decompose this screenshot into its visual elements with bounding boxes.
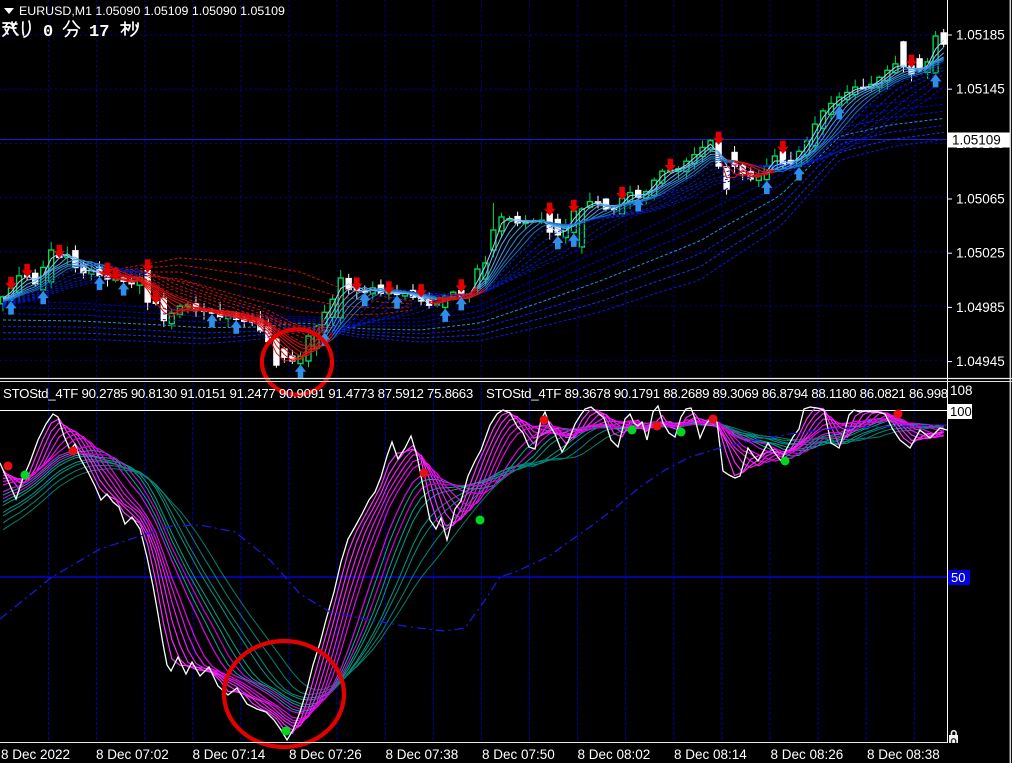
svg-text:8 Dec 08:02: 8 Dec 08:02 — [578, 747, 651, 762]
svg-text:1.05025: 1.05025 — [956, 246, 1005, 261]
svg-text:1.05065: 1.05065 — [956, 192, 1005, 207]
svg-text:1.05109: 1.05109 — [952, 133, 1001, 148]
svg-text:108: 108 — [950, 383, 973, 398]
svg-text:STOStd_4TF 90.2785 90.8130 91.: STOStd_4TF 90.2785 90.8130 91.0151 91.24… — [3, 386, 473, 401]
svg-text:100: 100 — [950, 404, 972, 419]
svg-text:8 Dec 07:26: 8 Dec 07:26 — [289, 747, 362, 762]
svg-text:STOStd_4TF 89.3678 90.1791 88.: STOStd_4TF 89.3678 90.1791 88.2689 89.30… — [486, 386, 948, 401]
svg-text:8 Dec 07:14: 8 Dec 07:14 — [193, 747, 266, 762]
svg-text:8 Dec 07:50: 8 Dec 07:50 — [482, 747, 555, 762]
svg-text:17: 17 — [89, 23, 109, 42]
svg-text:EURUSD,M1 1.05090 1.05109 1.0: EURUSD,M1 1.05090 1.05109 1.05090 1.0510… — [19, 4, 285, 18]
svg-text:1.05145: 1.05145 — [956, 82, 1005, 97]
svg-text:1.05185: 1.05185 — [956, 28, 1005, 43]
svg-text:1.04945: 1.04945 — [956, 354, 1005, 369]
svg-text:0: 0 — [43, 23, 53, 42]
svg-text:8 Dec 08:38: 8 Dec 08:38 — [867, 747, 940, 762]
svg-text:50: 50 — [951, 570, 965, 585]
svg-text:8 Dec 08:26: 8 Dec 08:26 — [771, 747, 844, 762]
svg-text:8 Dec 07:02: 8 Dec 07:02 — [96, 747, 169, 762]
svg-text:8 Dec 08:14: 8 Dec 08:14 — [674, 747, 747, 762]
svg-text:1.04985: 1.04985 — [956, 300, 1005, 315]
svg-text:8 Dec 07:38: 8 Dec 07:38 — [386, 747, 459, 762]
svg-text:8 Dec 2022: 8 Dec 2022 — [1, 747, 70, 762]
